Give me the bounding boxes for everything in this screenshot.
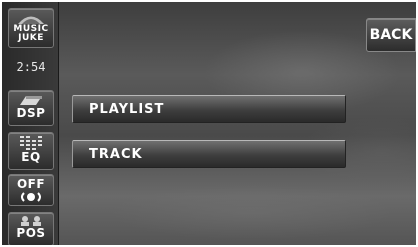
playlist-label: PLAYLIST	[89, 101, 165, 117]
dsp-button[interactable]: DSP	[8, 90, 54, 126]
eq-label: EQ	[21, 150, 41, 164]
dsp-icon	[20, 96, 42, 105]
surround-off-button[interactable]: OFF	[8, 174, 54, 206]
surround-icon	[21, 192, 41, 202]
eq-button[interactable]: EQ	[8, 132, 54, 170]
position-button[interactable]: POS	[8, 212, 54, 245]
playlist-button[interactable]: PLAYLIST	[72, 95, 346, 123]
back-button[interactable]: BACK	[366, 18, 416, 52]
track-label: TRACK	[89, 146, 143, 162]
music-juke-button[interactable]: MUSIC JUKE	[8, 8, 54, 48]
equalizer-icon	[20, 136, 42, 150]
dsp-label: DSP	[16, 106, 46, 120]
surround-off-label: OFF	[16, 177, 46, 191]
screen: MUSIC JUKE 2:54 DSP EQ OFF POS BACK PLAY…	[2, 2, 416, 245]
track-button[interactable]: TRACK	[72, 140, 346, 168]
sidebar: MUSIC JUKE 2:54 DSP EQ OFF POS	[2, 2, 59, 245]
music-juke-label-2: JUKE	[18, 33, 44, 43]
music-juke-icon	[18, 16, 44, 24]
clock: 2:54	[16, 60, 46, 74]
position-label: POS	[16, 226, 46, 240]
